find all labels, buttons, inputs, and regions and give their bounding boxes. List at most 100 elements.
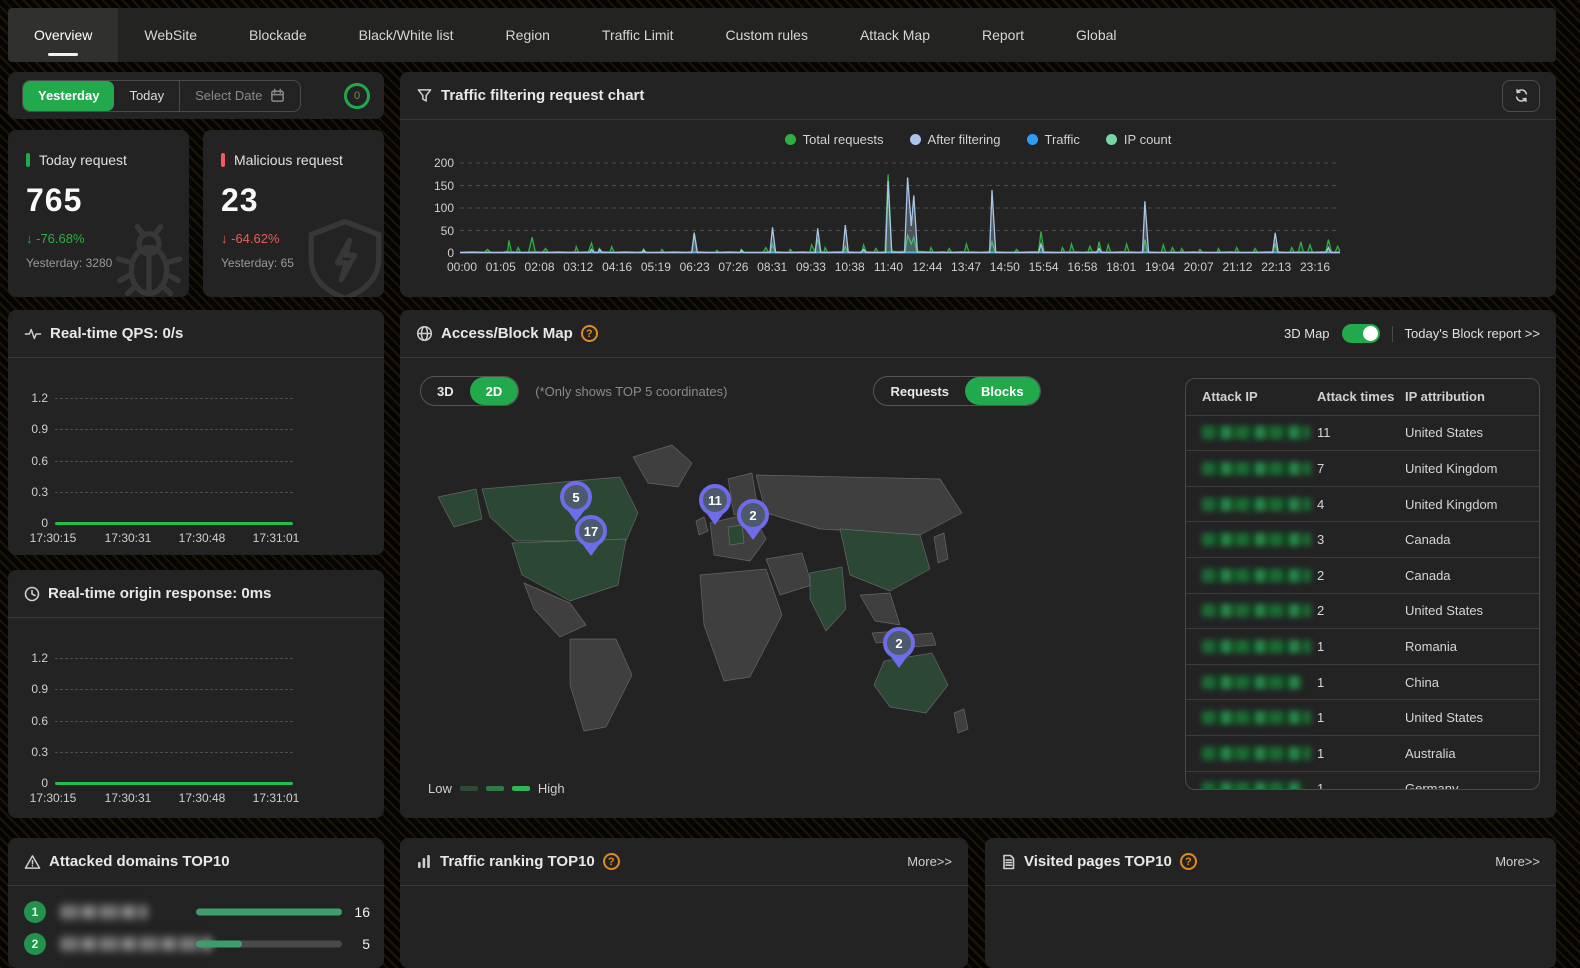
origin-chart: 1.20.90.60.3017:30:1517:30:3117:30:4817:…	[8, 619, 384, 818]
ip-attribution-cell: United Kingdom	[1401, 461, 1539, 476]
table-row: 1China	[1186, 664, 1539, 700]
legend-label: After filtering	[928, 132, 1001, 147]
table-row: 3Canada	[1186, 521, 1539, 557]
attack-times-cell: 7	[1311, 461, 1401, 476]
map-pin[interactable]: 17	[575, 515, 607, 547]
stat-cards: Today request 765 ↓ -76.68% Yesterday: 3…	[8, 130, 384, 297]
grid-line	[55, 689, 293, 690]
rank-badge: 1	[24, 901, 46, 923]
traffic-chart-svg	[460, 163, 1340, 253]
legend-item[interactable]: Total requests	[785, 132, 884, 147]
nav-tab-report[interactable]: Report	[956, 8, 1050, 62]
x-tick-label: 13:47	[951, 260, 981, 274]
ip-attribution-cell: Australia	[1401, 746, 1539, 761]
legend-item[interactable]: After filtering	[910, 132, 1001, 147]
redacted-attack-ip	[1202, 533, 1311, 546]
nav-tab-black-white-list[interactable]: Black/White list	[333, 8, 480, 62]
x-tick-label: 17:31:01	[253, 791, 300, 805]
legend-label: Traffic	[1045, 132, 1080, 147]
visited-pages-more-link[interactable]: More>>	[1495, 854, 1540, 869]
pulse-icon	[24, 326, 42, 342]
attack-times-cell: 1	[1311, 746, 1401, 761]
ip-attribution-cell: Canada	[1401, 532, 1539, 547]
traffic-ranking-help-icon[interactable]: ?	[603, 853, 620, 870]
nav-tab-custom-rules[interactable]: Custom rules	[700, 8, 834, 62]
calendar-icon	[270, 88, 285, 103]
clock-icon	[24, 586, 40, 602]
table-row: 1Romania	[1186, 628, 1539, 664]
nav-tab-traffic-limit[interactable]: Traffic Limit	[576, 8, 700, 62]
bar-track	[196, 941, 342, 948]
table-row: 1Australia	[1186, 735, 1539, 771]
select-date-label: Select Date	[195, 88, 262, 103]
map-3d-button[interactable]: 3D	[421, 377, 470, 405]
map-2d-button[interactable]: 2D	[470, 377, 519, 405]
refresh-countdown-badge: 0	[344, 83, 370, 109]
today-button[interactable]: Today	[114, 81, 179, 111]
legend-dash-low	[460, 786, 478, 791]
x-tick-label: 11:40	[874, 260, 903, 274]
y-tick-label: 200	[414, 156, 454, 170]
grid-line	[55, 429, 293, 430]
map-help-icon[interactable]: ?	[581, 325, 598, 342]
map-note: (*Only shows TOP 5 coordinates)	[535, 384, 727, 399]
attack-times-cell: 1	[1311, 675, 1401, 690]
x-tick-label: 22:13	[1261, 260, 1291, 274]
legend-item[interactable]: IP count	[1106, 132, 1171, 147]
date-range-group: Yesterday Today Select Date	[22, 80, 301, 112]
block-report-link[interactable]: Today's Block report >>	[1405, 326, 1540, 341]
select-date-button[interactable]: Select Date	[179, 81, 300, 111]
map-pin[interactable]: 11	[699, 484, 731, 516]
map-pin[interactable]: 2	[737, 499, 769, 531]
visited-pages-help-icon[interactable]: ?	[1180, 853, 1197, 870]
legend-low-label: Low	[428, 781, 452, 796]
redacted-attack-ip	[1202, 711, 1311, 724]
traffic-card-title: Traffic filtering request chart	[441, 87, 644, 104]
list-item: 116	[8, 896, 384, 928]
map-type-group: Requests Blocks	[873, 376, 1040, 406]
nav-tab-blockade[interactable]: Blockade	[223, 8, 333, 62]
column-header: Attack IP	[1186, 389, 1311, 404]
traffic-filtering-card: Traffic filtering request chart Total re…	[400, 72, 1556, 297]
y-tick-label: 0.9	[12, 682, 48, 696]
nav-tab-attack-map[interactable]: Attack Map	[834, 8, 956, 62]
column-header: IP attribution	[1401, 389, 1539, 404]
malicious-request-label: Malicious request	[234, 152, 343, 168]
nav-tab-overview[interactable]: Overview	[8, 8, 118, 62]
ip-attribution-cell: United Kingdom	[1401, 497, 1539, 512]
nav-tab-website[interactable]: WebSite	[118, 8, 223, 62]
requests-button[interactable]: Requests	[874, 377, 965, 405]
attack-count: 5	[362, 936, 370, 952]
grid-line	[55, 721, 293, 722]
traffic-ranking-more-link[interactable]: More>>	[907, 854, 952, 869]
x-tick-label: 14:50	[990, 260, 1020, 274]
nav-tab-region[interactable]: Region	[480, 8, 576, 62]
today-request-card: Today request 765 ↓ -76.68% Yesterday: 3…	[8, 130, 189, 297]
rank-badge: 2	[24, 933, 46, 955]
legend-item[interactable]: Traffic	[1027, 132, 1080, 147]
world-map: 5171122	[420, 425, 980, 770]
map-pin[interactable]: 5	[560, 481, 592, 513]
ip-attribution-cell: Canada	[1401, 568, 1539, 583]
map-3d-toggle[interactable]	[1342, 324, 1380, 343]
x-tick-label: 21:12	[1222, 260, 1252, 274]
map-dimension-group: 3D 2D	[420, 376, 519, 406]
map-pin[interactable]: 2	[883, 627, 915, 659]
nav-tab-global[interactable]: Global	[1050, 8, 1142, 62]
funnel-icon	[416, 87, 433, 104]
refresh-button[interactable]	[1502, 80, 1540, 112]
table-row: 7United Kingdom	[1186, 450, 1539, 486]
x-tick-label: 17:30:15	[30, 531, 77, 545]
yesterday-button[interactable]: Yesterday	[23, 81, 114, 111]
table-row: 11United States	[1186, 415, 1539, 451]
traffic-ranking-card: Traffic ranking TOP10 ? More>>	[400, 838, 968, 968]
table-row: 1United States	[1186, 699, 1539, 735]
x-tick-label: 23:16	[1300, 260, 1330, 274]
ip-attribution-cell: Germany	[1401, 781, 1539, 790]
blocks-button[interactable]: Blocks	[965, 377, 1040, 405]
ip-attribution-cell: United States	[1401, 710, 1539, 725]
attack-times-cell: 2	[1311, 568, 1401, 583]
y-tick-label: 0.6	[12, 454, 48, 468]
x-tick-label: 19:04	[1145, 260, 1175, 274]
attacked-domains-title: Attacked domains TOP10	[49, 853, 230, 870]
